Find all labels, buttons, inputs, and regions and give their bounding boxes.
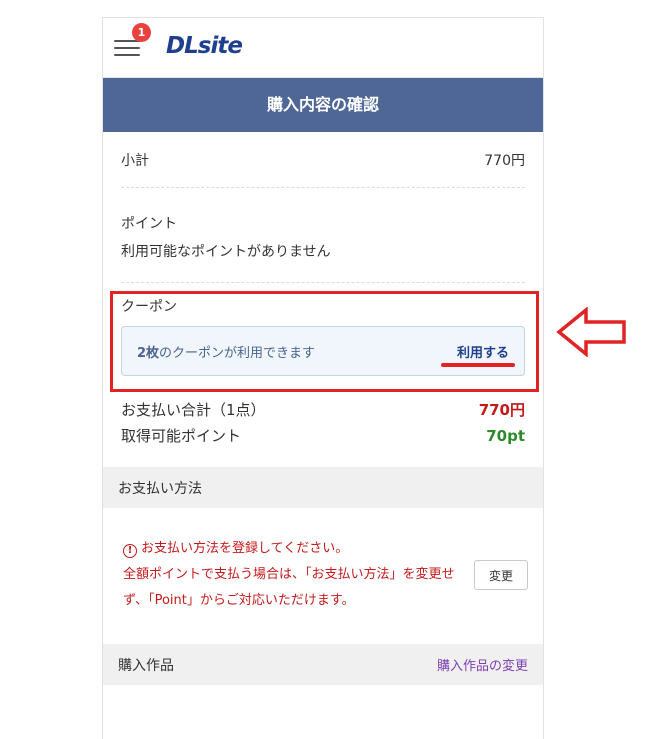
coupon-available-text: 2枚のクーポンが利用できます [137,345,316,361]
earnable-points-label: 取得可能ポイント [121,427,242,445]
top-bar: 1 DLsite [103,18,543,78]
subtotal-row: 小計 770円 [121,132,525,188]
exclamation-circle-icon: ! [123,544,137,558]
payment-warning: ! お支払い方法を登録してください。 全額ポイントで支払う場合は、「お支払い方法」… [123,536,463,614]
payment-warning-line1: お支払い方法を登録してください。 [141,541,349,556]
coupon-count: 2枚 [137,345,160,361]
payment-total-row: お支払い合計（1点） 770円 [121,397,525,423]
payment-method-header: お支払い方法 [103,467,543,508]
subtotal-label: 小計 [121,152,149,169]
coupon-label: クーポン [121,299,177,315]
left-arrow-annotation-icon [556,307,626,357]
points-section: ポイント 利用可能なポイントがありません [121,188,525,283]
payment-method-body: ! お支払い方法を登録してください。 全額ポイントで支払う場合は、「お支払い方法」… [103,508,543,644]
earnable-points-value: 70pt [486,427,525,445]
payment-total-value: 770円 [478,401,525,419]
coupon-link-underline-annotation [441,363,515,367]
purchased-items-heading: 購入作品 [118,657,174,674]
totals-section: お支払い合計（1点） 770円 取得可能ポイント 70pt [121,388,525,467]
page-title: 購入内容の確認 [103,78,543,132]
notification-badge: 1 [132,23,151,42]
points-message: 利用可能なポイントがありません [121,244,331,260]
subtotal-value: 770円 [484,152,525,169]
mobile-page: 1 DLsite 購入内容の確認 小計 770円 ポイント 利用可能なポイントが… [102,17,544,739]
coupon-section: クーポン 2枚のクーポンが利用できます 利用する [121,283,525,388]
points-label: ポイント [121,216,177,232]
dlsite-logo[interactable]: DLsite [166,33,243,59]
payment-method-heading: お支払い方法 [118,480,202,497]
payment-total-label: お支払い合計（1点） [121,401,266,419]
change-items-link[interactable]: 購入作品の変更 [437,655,528,674]
hamburger-menu-icon[interactable] [114,38,140,58]
payment-warning-line2: 全額ポイントで支払う場合は、「お支払い方法」を変更せず、「Point」からご対応… [123,567,455,608]
purchased-items-header: 購入作品 購入作品の変更 [103,644,543,685]
use-coupon-link[interactable]: 利用する [457,342,509,361]
coupon-box: 2枚のクーポンが利用できます 利用する [121,326,525,376]
order-summary: 小計 770円 ポイント 利用可能なポイントがありません クーポン 2枚のクーポ… [103,132,543,467]
change-payment-button[interactable]: 変更 [474,560,528,590]
earnable-points-row: 取得可能ポイント 70pt [121,423,525,449]
